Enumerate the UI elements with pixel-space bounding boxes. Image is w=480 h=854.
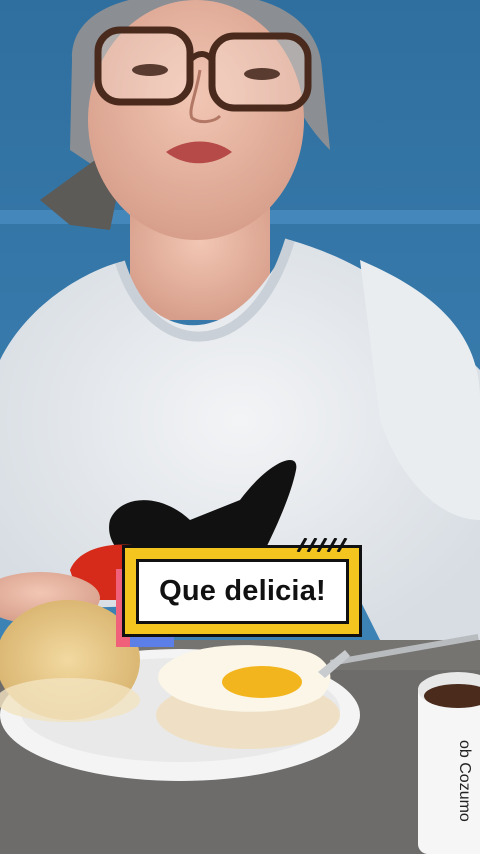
- right-eye: [244, 68, 280, 80]
- held-muffin-edge: [0, 678, 140, 722]
- sticker-stripes: [296, 538, 348, 552]
- video-frame: ob Cozumo: [0, 0, 480, 854]
- caption-sticker: Que delicia!: [116, 538, 362, 647]
- left-eye: [132, 64, 168, 76]
- egg-yolk: [222, 666, 302, 698]
- caption-text: Que delicia!: [159, 575, 326, 607]
- sticker-inner: Que delicia!: [136, 559, 349, 624]
- mug-text: ob Cozumo: [456, 740, 473, 822]
- sticker-frame: Que delicia!: [122, 545, 362, 637]
